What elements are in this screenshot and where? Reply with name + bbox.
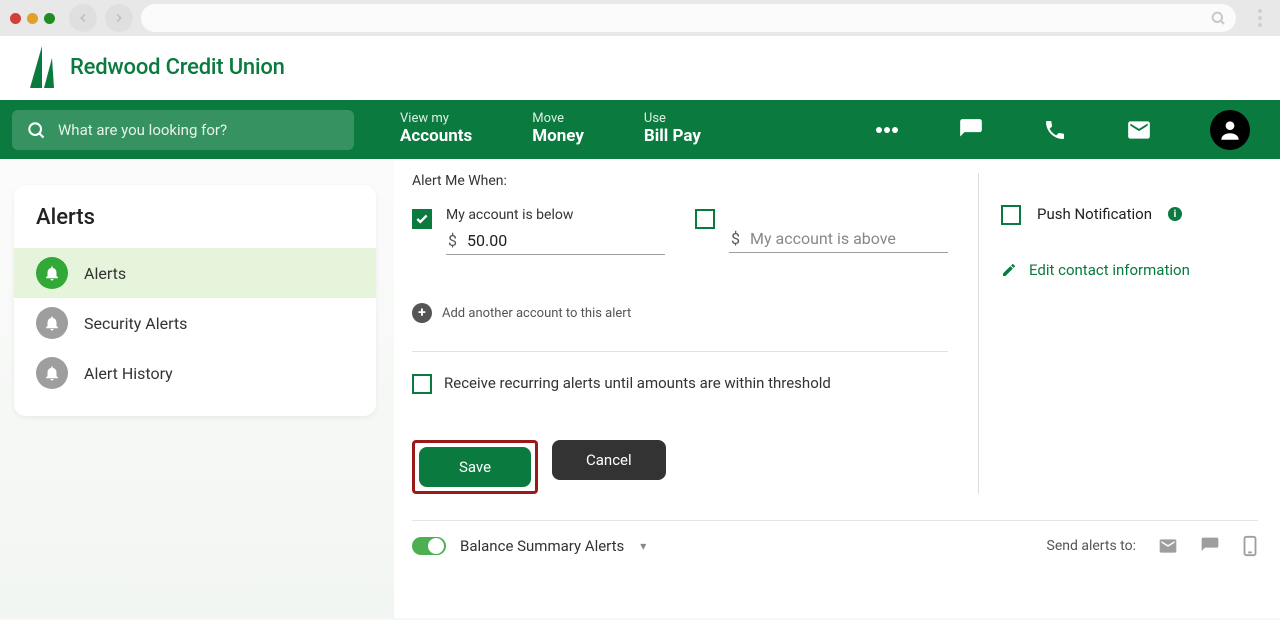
above-checkbox[interactable] (695, 209, 715, 229)
brand-name: Redwood Credit Union (70, 55, 285, 80)
dollar-icon: $ (731, 229, 740, 248)
below-amount-input[interactable]: $ 50.00 (446, 227, 665, 255)
dollar-icon: $ (448, 231, 457, 250)
balance-summary-toggle-group: Balance Summary Alerts ▾ (412, 537, 646, 555)
pencil-icon (1001, 262, 1017, 278)
brand-logo-icon (30, 46, 60, 88)
sidebar-item-alerts[interactable]: Alerts (14, 248, 376, 298)
search-icon (26, 120, 46, 140)
alert-config-panel: Alert Me When: My account is below $ 50.… (394, 159, 1280, 618)
balance-summary-label: Balance Summary Alerts (460, 537, 624, 555)
main-content: Alerts Alerts Security Alerts Alert Hist… (0, 159, 1280, 618)
sidebar-item-alert-history[interactable]: Alert History (14, 348, 376, 398)
nav-icon-group (874, 110, 1268, 150)
add-account-label: Add another account to this alert (442, 306, 631, 321)
balance-summary-row: Balance Summary Alerts ▾ Send alerts to: (412, 520, 1258, 557)
site-search[interactable] (12, 110, 354, 150)
sidebar-item-label: Security Alerts (84, 314, 187, 333)
recurring-row: Receive recurring alerts until amounts a… (412, 372, 948, 394)
chevron-down-icon[interactable]: ▾ (640, 539, 646, 553)
sidebar-item-label: Alert History (84, 364, 173, 383)
window-minimize-icon[interactable] (27, 13, 38, 24)
bell-icon (36, 307, 68, 339)
mail-icon[interactable] (1126, 117, 1152, 143)
above-placeholder: My account is above (750, 229, 946, 248)
sidebar-item-security-alerts[interactable]: Security Alerts (14, 298, 376, 348)
add-account-link[interactable]: + Add another account to this alert (412, 303, 948, 323)
sidebar-container: Alerts Alerts Security Alerts Alert Hist… (0, 159, 394, 618)
chat-icon[interactable] (958, 117, 984, 143)
browser-chrome (0, 0, 1280, 36)
nav-billpay[interactable]: Use Bill Pay (644, 112, 721, 146)
alert-me-when-label: Alert Me When: (412, 173, 948, 189)
bell-icon (36, 257, 68, 289)
edit-contact-link[interactable]: Edit contact information (1001, 261, 1258, 279)
traffic-lights (10, 13, 55, 24)
sidebar-title: Alerts (14, 205, 376, 248)
button-row: Save Cancel (412, 440, 948, 494)
edit-contact-label: Edit contact information (1029, 261, 1190, 279)
push-checkbox[interactable] (1001, 205, 1021, 225)
save-highlight-box: Save (412, 440, 538, 494)
window-close-icon[interactable] (10, 13, 21, 24)
browser-address-bar[interactable] (141, 4, 1236, 32)
below-amount-value: 50.00 (467, 231, 663, 250)
cancel-button[interactable]: Cancel (552, 440, 666, 480)
nav-label-top: Move (532, 112, 584, 127)
browser-back-button[interactable] (69, 4, 97, 32)
bell-icon (36, 357, 68, 389)
divider (412, 351, 948, 352)
phone-icon[interactable] (1042, 117, 1068, 143)
threshold-row: My account is below $ 50.00 $ (412, 207, 948, 255)
push-label: Push Notification (1037, 205, 1152, 223)
below-checkbox[interactable] (412, 209, 432, 229)
nav-money[interactable]: Move Money (532, 112, 604, 146)
mobile-icon[interactable] (1242, 535, 1258, 557)
nav-label-top: View my (400, 112, 472, 127)
brand-header: Redwood Credit Union (0, 36, 1280, 100)
browser-forward-button[interactable] (105, 4, 133, 32)
below-label: My account is below (446, 207, 665, 223)
mail-icon[interactable] (1158, 536, 1178, 556)
config-column: Alert Me When: My account is below $ 50.… (412, 173, 978, 494)
plus-circle-icon: + (412, 303, 432, 323)
browser-menu-button[interactable] (1250, 9, 1270, 27)
info-icon[interactable]: i (1168, 207, 1182, 221)
sidebar-item-label: Alerts (84, 264, 126, 283)
nav-label-bottom: Accounts (400, 127, 472, 147)
recurring-label: Receive recurring alerts until amounts a… (444, 374, 831, 392)
nav-accounts[interactable]: View my Accounts (400, 112, 492, 146)
push-notification-row: Push Notification i (1001, 203, 1258, 225)
send-alerts-to-group: Send alerts to: (1047, 535, 1258, 557)
above-threshold: $ My account is above (695, 207, 948, 255)
nav-label-bottom: Money (532, 127, 584, 147)
save-button[interactable]: Save (419, 447, 531, 487)
above-amount-input[interactable]: $ My account is above (729, 225, 948, 253)
profile-avatar[interactable] (1210, 110, 1250, 150)
search-icon (1210, 10, 1226, 26)
below-threshold: My account is below $ 50.00 (412, 207, 665, 255)
send-to-label: Send alerts to: (1047, 538, 1136, 554)
window-maximize-icon[interactable] (44, 13, 55, 24)
nav-label-top: Use (644, 112, 701, 127)
sms-icon[interactable] (1200, 536, 1220, 556)
alerts-card: Alerts Alerts Security Alerts Alert Hist… (14, 185, 376, 416)
site-search-input[interactable] (58, 121, 340, 139)
primary-nav: View my Accounts Move Money Use Bill Pay (0, 100, 1280, 159)
balance-summary-toggle[interactable] (412, 537, 446, 555)
recurring-checkbox[interactable] (412, 374, 432, 394)
more-icon[interactable] (874, 117, 900, 143)
nav-label-bottom: Bill Pay (644, 127, 701, 147)
delivery-column: Push Notification i Edit contact informa… (978, 173, 1258, 494)
